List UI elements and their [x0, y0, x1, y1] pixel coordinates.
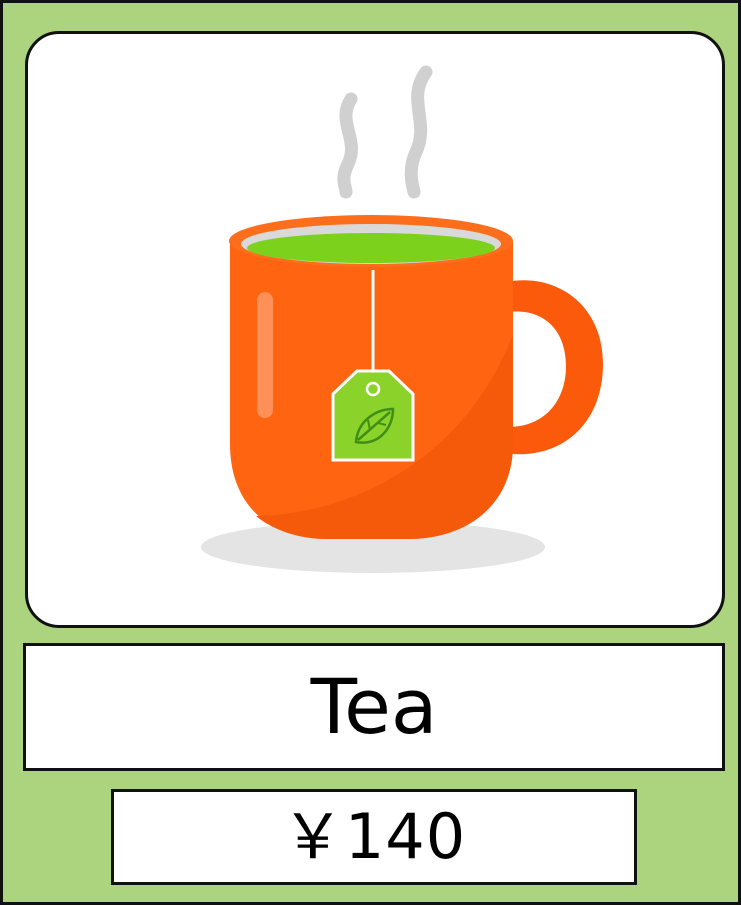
mug-handle [498, 280, 603, 455]
product-name-box: Tea [23, 643, 725, 771]
product-card[interactable]: Tea ￥140 [0, 0, 741, 905]
tag-hole [365, 381, 381, 397]
product-name: Tea [310, 662, 438, 751]
tea-surface [247, 233, 495, 263]
product-price-box: ￥140 [111, 789, 637, 885]
product-image-frame [25, 31, 725, 628]
tea-mug-icon [201, 65, 603, 573]
mug-highlight [257, 292, 273, 418]
product-price: ￥140 [281, 800, 467, 873]
steam-left [337, 92, 358, 199]
steam-right [404, 65, 433, 199]
